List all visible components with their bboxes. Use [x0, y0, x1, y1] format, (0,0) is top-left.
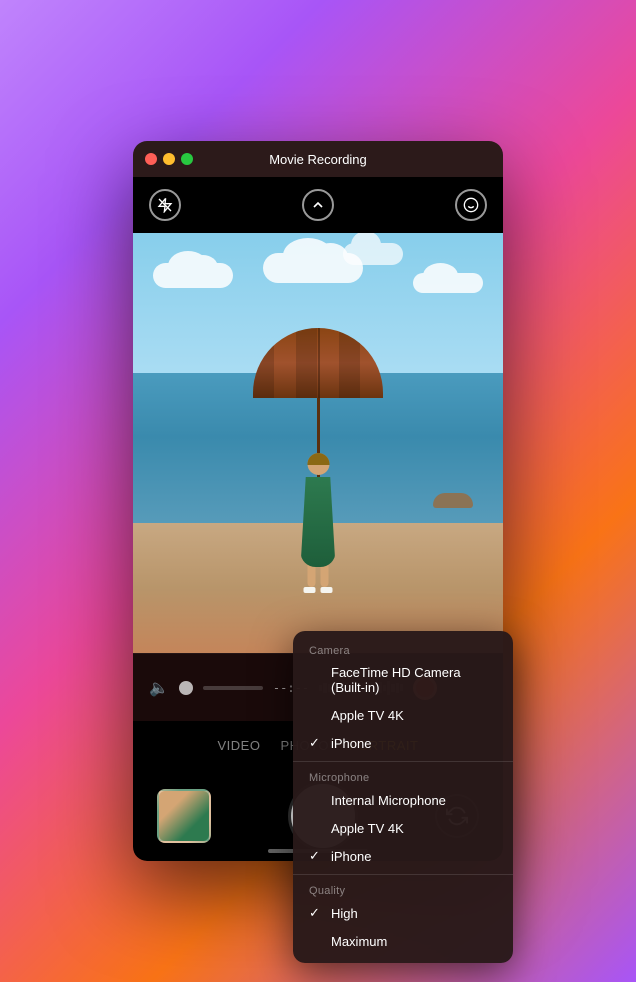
camera-view: [133, 233, 503, 653]
quality-high-label: High: [331, 906, 497, 921]
person-head-container: [307, 453, 329, 475]
camera-section-header: Camera: [293, 639, 513, 659]
person-foot-right: [321, 587, 333, 593]
volume-knob[interactable]: [179, 681, 193, 695]
window-title: Movie Recording: [269, 152, 367, 167]
quality-maximum[interactable]: ✓ Maximum: [293, 927, 513, 955]
face-icon: [463, 197, 479, 213]
divider-2: [293, 874, 513, 875]
camera-iphone-label: iPhone: [331, 736, 497, 751]
person-hair: [307, 453, 329, 465]
mic-iphone-check: ✓: [309, 848, 323, 864]
thumbnail[interactable]: [157, 789, 211, 843]
camera-iphone[interactable]: ✓ iPhone: [293, 729, 513, 757]
titlebar: Movie Recording: [133, 141, 503, 177]
mic-appletv-label: Apple TV 4K: [331, 821, 497, 836]
traffic-lights: [145, 153, 193, 165]
mic-internal-label: Internal Microphone: [331, 793, 497, 808]
face-button[interactable]: [455, 189, 487, 221]
divider-1: [293, 761, 513, 762]
person: [301, 453, 336, 593]
person-feet: [304, 587, 333, 593]
mic-iphone-label: iPhone: [331, 849, 497, 864]
mode-video[interactable]: VIDEO: [218, 738, 261, 753]
minimize-button[interactable]: [163, 153, 175, 165]
camera-scene: [133, 233, 503, 653]
quality-section-header: Quality: [293, 879, 513, 899]
umbrella-panel-2: [296, 328, 317, 398]
umbrella-panel-3: [339, 328, 360, 398]
maximize-button[interactable]: [181, 153, 193, 165]
cloud-3: [413, 273, 483, 293]
quality-high-check: ✓: [309, 905, 323, 921]
camera-iphone-check: ✓: [309, 735, 323, 751]
mic-internal[interactable]: ✓ Internal Microphone: [293, 786, 513, 814]
flash-icon: [157, 197, 173, 213]
camera-facetime[interactable]: ✓ FaceTime HD Camera (Built-in): [293, 659, 513, 701]
person-dress: [301, 477, 336, 567]
umbrella: [253, 328, 383, 398]
app-window: Movie Recording: [133, 141, 503, 861]
quality-high[interactable]: ✓ High: [293, 899, 513, 927]
cloud-4: [343, 243, 403, 265]
close-button[interactable]: [145, 153, 157, 165]
mic-appletv[interactable]: ✓ Apple TV 4K: [293, 814, 513, 842]
microphone-section-header: Microphone: [293, 766, 513, 786]
chevron-up-button[interactable]: [302, 189, 334, 221]
chevron-up-icon: [310, 197, 326, 213]
person-foot-left: [304, 587, 316, 593]
volume-icon: 🔈: [149, 678, 169, 698]
mic-iphone[interactable]: ✓ iPhone: [293, 842, 513, 870]
quality-maximum-label: Maximum: [331, 934, 497, 949]
flash-button[interactable]: [149, 189, 181, 221]
volume-track[interactable]: [203, 686, 263, 690]
land-strip: [433, 493, 473, 508]
dropdown-menu: Camera ✓ FaceTime HD Camera (Built-in) ✓…: [293, 631, 513, 963]
cloud-1: [153, 263, 233, 288]
camera-facetime-label: FaceTime HD Camera (Built-in): [331, 665, 497, 695]
camera-appletv[interactable]: ✓ Apple TV 4K: [293, 701, 513, 729]
camera-appletv-label: Apple TV 4K: [331, 708, 497, 723]
top-controls-bar: [133, 177, 503, 233]
umbrella-panel-1: [253, 328, 274, 398]
